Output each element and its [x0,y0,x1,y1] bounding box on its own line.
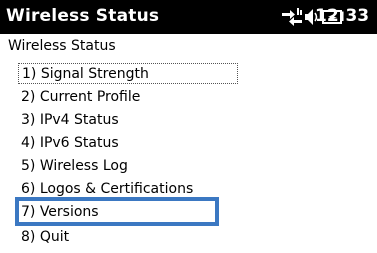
screen-header: Wireless Status [8,38,116,54]
menu-item-quit[interactable]: 8) Quit [21,227,69,248]
app-title: Wireless Status [6,6,160,26]
menu-item-ipv6-status[interactable]: 4) IPv6 Status [21,133,119,154]
menu-item-wireless-log[interactable]: 5) Wireless Log [21,156,128,177]
menu-item-versions[interactable]: 7) Versions [21,202,99,223]
title-bar: Wireless Status 12:33 [0,0,377,34]
menu-item-signal-strength[interactable]: 1) Signal Strength [18,63,238,84]
menu-item-ipv4-status[interactable]: 3) IPv4 Status [21,110,119,131]
clock: 12:33 [315,6,370,26]
menu-item-current-profile[interactable]: 2) Current Profile [21,87,140,108]
